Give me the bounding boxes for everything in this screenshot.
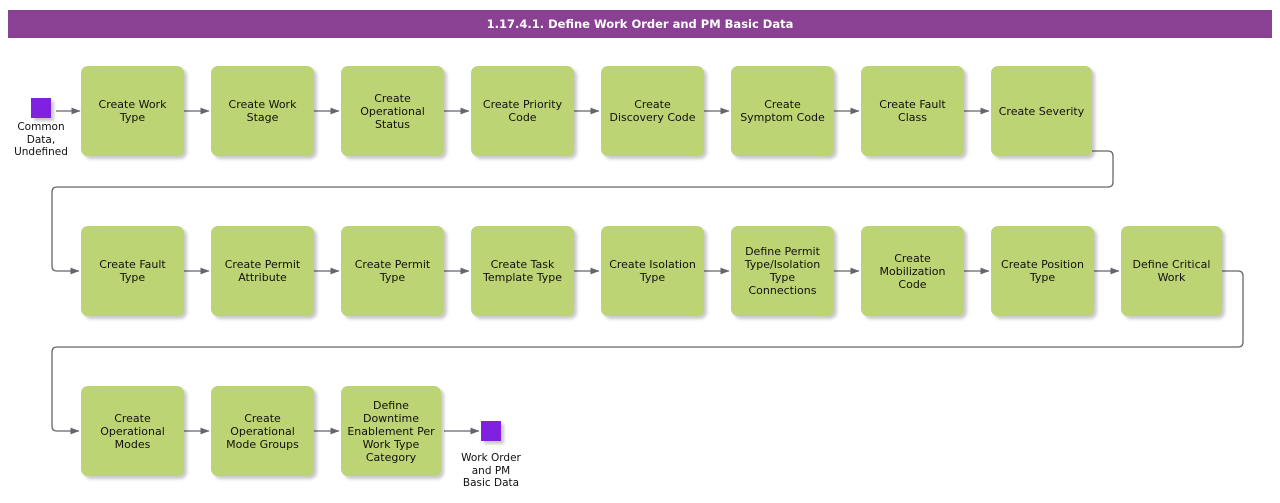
node-create-fault-class[interactable]: Create Fault Class — [861, 66, 964, 156]
node-label: Create Work Stage — [228, 98, 297, 124]
start-terminator-label: Common Data, Undefined — [14, 121, 68, 158]
node-label: Create Task Template Type — [483, 258, 562, 284]
end-terminator[interactable] — [481, 421, 501, 441]
node-label: Create Permit Attribute — [224, 258, 301, 284]
start-terminator[interactable] — [31, 98, 51, 118]
node-label: Create Isolation Type — [609, 258, 696, 284]
node-create-operational-modes[interactable]: Create Operational Modes — [81, 386, 184, 476]
node-define-critical-work[interactable]: Define Critical Work — [1121, 226, 1222, 316]
node-label: Create Priority Code — [482, 98, 563, 124]
page-title: 1.17.4.1. Define Work Order and PM Basic… — [486, 17, 794, 31]
node-label: Create Severity — [998, 104, 1085, 118]
node-create-operational-mode-groups[interactable]: Create Operational Mode Groups — [211, 386, 314, 476]
node-label: Create Fault Type — [99, 258, 166, 284]
node-label: Create Work Type — [98, 98, 167, 124]
node-define-permit-type-isolation-type-connections[interactable]: Define Permit Type/Isolation Type Connec… — [731, 226, 834, 316]
node-create-discovery-code[interactable]: Create Discovery Code — [601, 66, 704, 156]
node-create-fault-type[interactable]: Create Fault Type — [81, 226, 184, 316]
node-create-priority-code[interactable]: Create Priority Code — [471, 66, 574, 156]
end-terminator-label: Work Order and PM Basic Data — [461, 452, 521, 489]
node-label: Define Permit Type/Isolation Type Connec… — [744, 245, 821, 297]
node-label: Create Discovery Code — [609, 98, 696, 124]
node-label: Create Symptom Code — [740, 98, 825, 124]
node-create-isolation-type[interactable]: Create Isolation Type — [601, 226, 704, 316]
node-create-symptom-code[interactable]: Create Symptom Code — [731, 66, 834, 156]
node-create-mobilization-code[interactable]: Create Mobilization Code — [861, 226, 964, 316]
node-define-downtime-enablement-per-work-type-category[interactable]: Define Downtime Enablement Per Work Type… — [341, 386, 441, 476]
node-create-operational-status[interactable]: Create Operational Status — [341, 66, 444, 156]
node-create-severity[interactable]: Create Severity — [991, 66, 1092, 156]
node-create-permit-type[interactable]: Create Permit Type — [341, 226, 444, 316]
node-label: Create Fault Class — [879, 98, 946, 124]
diagram-title-bar: 1.17.4.1. Define Work Order and PM Basic… — [8, 10, 1272, 38]
node-label: Create Mobilization Code — [879, 251, 946, 291]
node-create-task-template-type[interactable]: Create Task Template Type — [471, 226, 574, 316]
node-label: Define Downtime Enablement Per Work Type… — [347, 398, 435, 464]
node-create-permit-attribute[interactable]: Create Permit Attribute — [211, 226, 314, 316]
node-create-position-type[interactable]: Create Position Type — [991, 226, 1094, 316]
node-label: Create Operational Status — [360, 91, 425, 131]
node-label: Create Operational Modes — [100, 411, 165, 451]
node-label: Create Permit Type — [354, 258, 431, 284]
node-create-work-stage[interactable]: Create Work Stage — [211, 66, 314, 156]
node-label: Create Operational Mode Groups — [226, 411, 299, 451]
node-label: Define Critical Work — [1132, 258, 1211, 284]
node-create-work-type[interactable]: Create Work Type — [81, 66, 184, 156]
node-label: Create Position Type — [1001, 258, 1084, 284]
diagram-canvas: 1.17.4.1. Define Work Order and PM Basic… — [0, 0, 1280, 503]
